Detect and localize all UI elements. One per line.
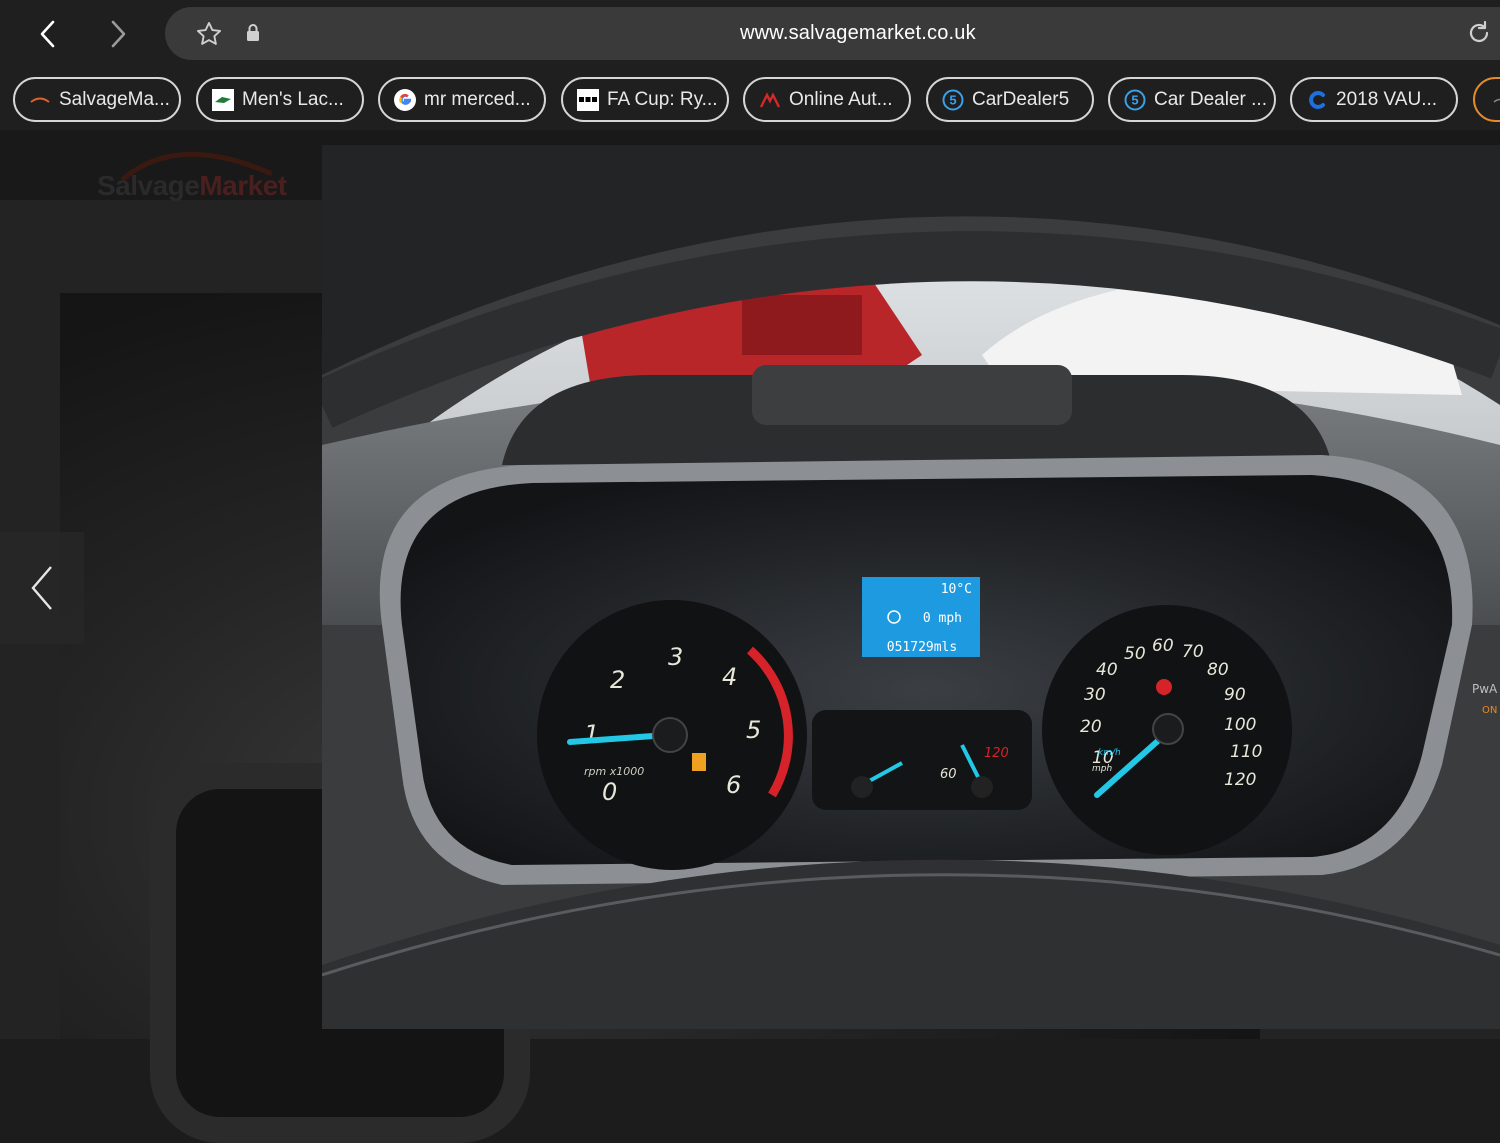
tab-overflow[interactable] <box>1473 77 1500 122</box>
tab-label: FA Cup: Ry... <box>607 88 718 110</box>
fuel-hub <box>851 776 873 798</box>
logo-text-market: Market <box>199 170 287 201</box>
side-switch-on-label: ON <box>1482 705 1497 716</box>
brake-warning-icon <box>1156 679 1172 695</box>
info-display: 10°C 0 mph 051729mls <box>862 577 980 657</box>
lock-icon <box>245 23 261 48</box>
salvagemarket-favicon-icon <box>29 89 51 111</box>
mph-tick-70: 70 <box>1182 642 1204 662</box>
mph-tick-100: 100 <box>1224 715 1256 735</box>
tab-label: SalvageMa... <box>59 88 170 110</box>
chevron-left-icon <box>40 20 55 48</box>
chevron-left-icon <box>31 566 52 610</box>
temp-high-label: 120 <box>984 746 1009 761</box>
tab-label: CarDealer5 <box>972 88 1070 110</box>
bookmark-star-icon[interactable] <box>195 20 223 53</box>
tach-tick-5: 5 <box>746 716 761 744</box>
tab-strip: SalvageMa... Men's Lac... mr merced... F… <box>0 74 1500 124</box>
tach-hub <box>652 717 688 753</box>
mph-label: mph <box>1092 764 1112 774</box>
display-temperature: 10°C <box>941 582 972 597</box>
tab-lacoste[interactable]: Men's Lac... <box>196 77 364 122</box>
display-odometer: 051729mls <box>887 640 957 655</box>
salvagemarket-favicon-icon <box>1489 89 1500 111</box>
reload-icon[interactable] <box>1465 19 1493 52</box>
tab-label: Men's Lac... <box>242 88 344 110</box>
tab-label: Online Aut... <box>789 88 893 110</box>
tab-cardealer5[interactable]: 5 CarDealer5 <box>926 77 1094 122</box>
tach-tick-3: 3 <box>668 643 683 671</box>
previous-photo-button[interactable] <box>0 532 84 644</box>
svg-text:5: 5 <box>949 92 956 107</box>
fuel-temp-gauges: 60 120 <box>812 710 1032 810</box>
tach-tick-0: 0 <box>602 778 617 806</box>
svg-text:5: 5 <box>1131 92 1138 107</box>
news-favicon-icon <box>577 88 599 111</box>
forward-button[interactable] <box>98 14 138 54</box>
dashboard-photo: 0 1 2 3 4 5 6 rpm x1000 10°C 0 mph 05172… <box>322 145 1500 1029</box>
tab-salvagemarket[interactable]: SalvageMa... <box>13 77 181 122</box>
mph-tick-120: 120 <box>1224 770 1256 790</box>
tab-label: mr merced... <box>424 88 531 110</box>
tab-google[interactable]: mr merced... <box>378 77 546 122</box>
mph-tick-50: 50 <box>1124 644 1146 664</box>
mph-tick-40: 40 <box>1096 660 1118 680</box>
c-favicon-icon <box>1306 89 1328 111</box>
cardealer5-favicon-icon: 5 <box>1124 89 1146 111</box>
auction-favicon-icon <box>759 89 781 111</box>
kmh-label: km/h <box>1098 748 1121 758</box>
tab-label: 2018 VAU... <box>1336 88 1438 110</box>
site-logo[interactable]: SalvageMarket <box>97 142 307 202</box>
back-button[interactable] <box>28 14 68 54</box>
temp-low-label: 60 <box>940 767 957 782</box>
tab-car-dealer[interactable]: 5 Car Dealer ... <box>1108 77 1276 122</box>
cardealer5-favicon-icon: 5 <box>942 89 964 111</box>
temp-hub <box>971 776 993 798</box>
address-bar[interactable]: www.salvagemarket.co.uk <box>165 7 1500 60</box>
mph-tick-20: 20 <box>1080 717 1102 737</box>
browser-chrome: www.salvagemarket.co.uk SalvageMa... Men… <box>0 0 1500 130</box>
tachometer: 0 1 2 3 4 5 6 rpm x1000 <box>537 600 807 870</box>
tach-tick-2: 2 <box>610 666 625 694</box>
tach-tick-4: 4 <box>722 663 737 691</box>
tab-online-auction[interactable]: Online Aut... <box>743 77 911 122</box>
tab-2018-vauxhall[interactable]: 2018 VAU... <box>1290 77 1458 122</box>
side-switch-label: PwA <box>1472 682 1498 696</box>
cluster-hood-top <box>752 365 1072 425</box>
red-truck-cab <box>742 295 862 355</box>
chevron-right-icon <box>111 20 126 48</box>
logo-text-salvage: Salvage <box>97 170 200 201</box>
mph-tick-30: 30 <box>1084 685 1106 705</box>
google-favicon-icon <box>394 88 416 111</box>
mph-tick-110: 110 <box>1230 742 1262 762</box>
mph-tick-80: 80 <box>1207 660 1229 680</box>
rpm-label: rpm x1000 <box>584 765 644 778</box>
speedometer: 10 20 30 40 50 60 70 80 90 100 110 120 k… <box>1042 605 1292 855</box>
mph-tick-60: 60 <box>1152 636 1174 656</box>
lightbox-photo[interactable]: 0 1 2 3 4 5 6 rpm x1000 10°C 0 mph 05172… <box>322 145 1500 1029</box>
url-text[interactable]: www.salvagemarket.co.uk <box>740 22 976 45</box>
display-speed: 0 mph <box>923 611 962 626</box>
tab-fa-cup[interactable]: FA Cup: Ry... <box>561 77 729 122</box>
mph-tick-90: 90 <box>1224 685 1246 705</box>
tach-tick-6: 6 <box>726 771 741 799</box>
speedo-hub <box>1152 713 1184 745</box>
lacoste-favicon-icon <box>212 88 234 111</box>
fuel-warning-icon <box>692 753 706 771</box>
tab-label: Car Dealer ... <box>1154 88 1267 110</box>
